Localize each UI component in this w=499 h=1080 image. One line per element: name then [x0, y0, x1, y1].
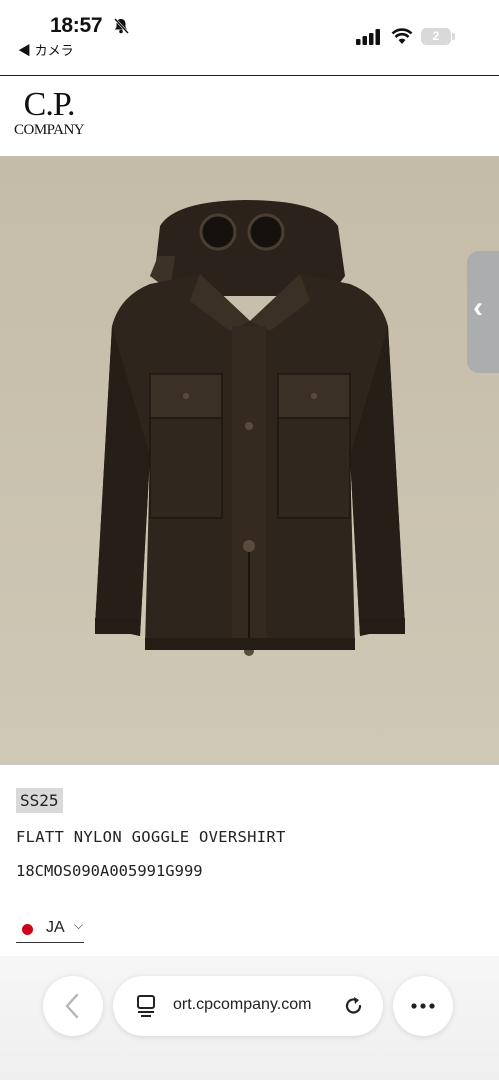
back-to-app-link[interactable]: ◀ カメラ — [18, 40, 74, 59]
language-label: JA — [46, 919, 65, 936]
url-text: ort.cpcompany.com — [173, 996, 312, 1013]
silent-bell-icon — [114, 18, 129, 34]
status-bar: 18:57 ◀ カメラ 2 — [0, 0, 499, 75]
tabs-icon[interactable] — [135, 994, 157, 1018]
site-header: C.P. COMPANY — [0, 75, 499, 157]
product-image[interactable] — [0, 156, 499, 764]
product-sku: 18CMOS090A005991G999 — [16, 862, 203, 880]
jacket-illustration — [0, 156, 499, 764]
product-name: FLATT NYLON GOGGLE OVERSHIRT — [16, 828, 286, 846]
japan-flag-dot — [22, 924, 33, 935]
cellular-signal-icon — [356, 29, 380, 45]
browser-toolbar: ort.cpcompany.com — [0, 956, 499, 1080]
battery-tip — [452, 33, 455, 40]
wifi-icon — [391, 28, 413, 44]
clock: 18:57 — [50, 14, 103, 37]
browser-back-button[interactable] — [43, 976, 103, 1036]
product-info: SS25 FLATT NYLON GOGGLE OVERSHIRT 18CMOS… — [0, 764, 499, 955]
season-badge: SS25 — [16, 788, 63, 813]
logo-bottom-text: COMPANY — [14, 122, 85, 138]
more-options-button[interactable] — [393, 976, 453, 1036]
chevron-left-icon — [65, 993, 79, 1019]
language-selector[interactable]: JA ⌵ — [16, 916, 84, 943]
chevron-left-icon: ‹ — [473, 291, 483, 324]
more-icon — [411, 1003, 435, 1009]
side-panel-tab[interactable]: ‹ — [467, 251, 499, 373]
reload-icon[interactable] — [343, 995, 365, 1017]
chevron-down-icon: ⌵ — [74, 918, 84, 932]
battery-indicator: 2 — [421, 28, 451, 45]
logo-top-text: C.P. — [23, 86, 76, 123]
address-bar[interactable]: ort.cpcompany.com — [113, 976, 383, 1036]
cp-company-logo[interactable]: C.P. COMPANY — [14, 86, 85, 139]
